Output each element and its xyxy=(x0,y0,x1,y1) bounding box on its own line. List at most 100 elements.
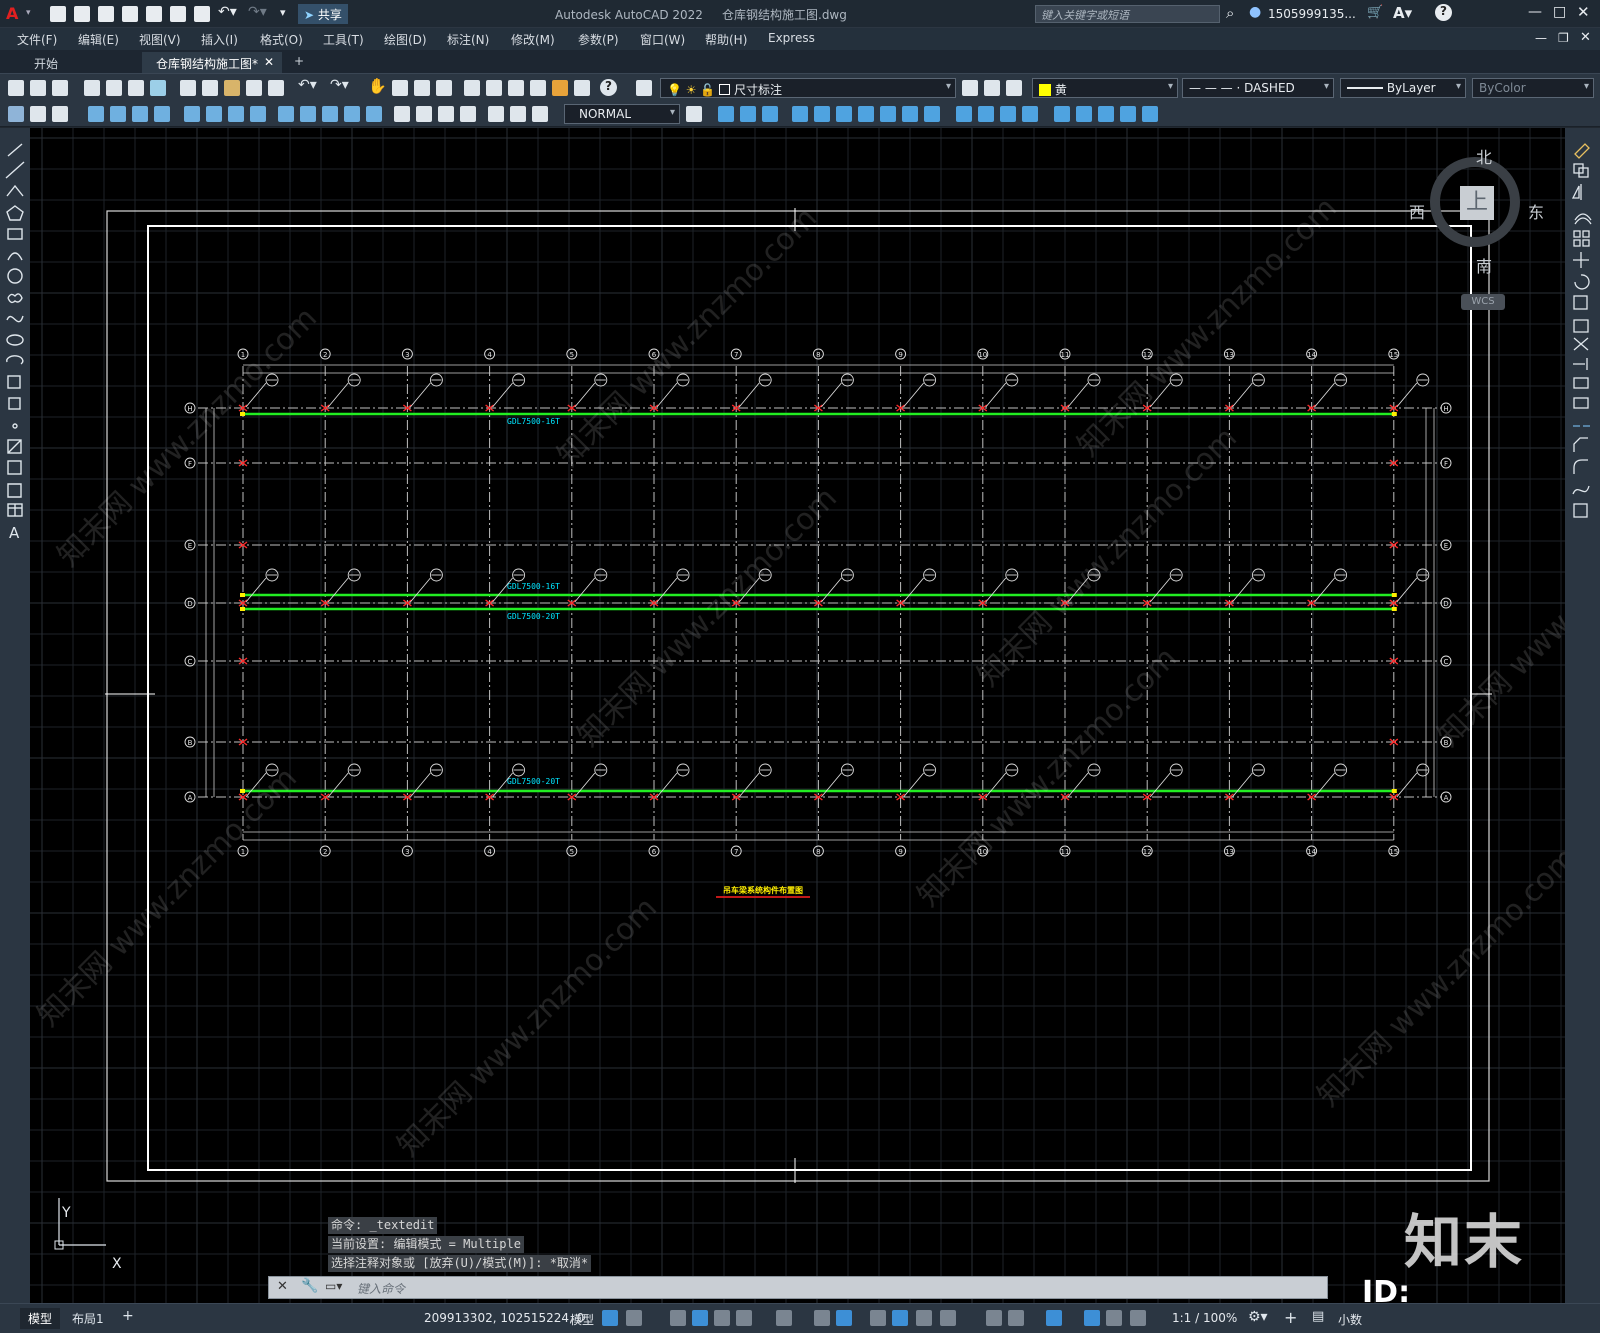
polar-icon[interactable] xyxy=(714,1310,730,1326)
array-3d-icon[interactable] xyxy=(902,106,918,122)
new-tab-button[interactable]: + xyxy=(288,52,314,73)
break-point-icon[interactable] xyxy=(1573,377,1589,389)
menu-edit[interactable]: 编辑(E) xyxy=(78,31,119,48)
search-box[interactable]: 键入关键字或短语 xyxy=(1035,5,1220,23)
imprint-icon[interactable] xyxy=(1142,106,1158,122)
save-file-icon[interactable] xyxy=(52,80,68,96)
box-icon[interactable] xyxy=(718,106,734,122)
autocad-logo-icon[interactable]: A xyxy=(6,4,26,24)
undo-tb-icon[interactable]: ↶▾ xyxy=(298,77,317,93)
search-icon[interactable]: ⌕ xyxy=(1226,4,1234,22)
union-icon[interactable] xyxy=(740,106,756,122)
close-icon[interactable]: ✕ xyxy=(1577,3,1590,21)
preview-icon[interactable] xyxy=(106,80,122,96)
ordinate-dim-icon[interactable] xyxy=(154,106,170,122)
annotation-scale[interactable]: 1:1 / 100% xyxy=(1172,1311,1237,1325)
viewcube-south[interactable]: 南 xyxy=(1476,253,1492,277)
dim-style-icon[interactable] xyxy=(686,106,702,122)
qnew-icon[interactable] xyxy=(8,80,24,96)
coordinates[interactable]: 209913302, 102515224, 0 xyxy=(424,1311,584,1325)
customize-icon[interactable]: ▾ xyxy=(280,6,286,19)
menu-express[interactable]: Express xyxy=(768,31,815,45)
undo-icon[interactable]: ↶▾ xyxy=(218,4,237,20)
tab-start[interactable]: 开始 xyxy=(20,52,140,73)
properties-icon[interactable] xyxy=(464,80,480,96)
export-icon[interactable] xyxy=(170,6,186,22)
line-icon[interactable] xyxy=(7,143,23,157)
stretch-icon[interactable] xyxy=(1573,319,1589,333)
mirror-icon[interactable] xyxy=(1571,184,1582,200)
insert-block-icon[interactable] xyxy=(7,375,21,389)
units-icon[interactable]: ▤ xyxy=(1312,1309,1324,1324)
command-input[interactable]: ✕ 🔧 ▭▾ 键入命令 xyxy=(268,1276,1328,1299)
zoom-realtime-icon[interactable] xyxy=(392,80,408,96)
markup-icon[interactable] xyxy=(552,80,568,96)
app-menu-dropdown-icon[interactable]: ▾ xyxy=(26,8,31,18)
mirror-3d-icon[interactable] xyxy=(880,106,896,122)
align-3d-icon[interactable] xyxy=(858,106,874,122)
dim-edit-icon[interactable] xyxy=(488,106,504,122)
plotstyle-dropdown[interactable]: ByColor ▾ xyxy=(1472,78,1594,98)
interfere-icon[interactable] xyxy=(978,106,994,122)
add-layout-icon[interactable]: + xyxy=(122,1308,134,1324)
3d-print-icon[interactable] xyxy=(150,80,166,96)
menu-draw[interactable]: 绘图(D) xyxy=(384,31,427,48)
paste-icon[interactable] xyxy=(224,80,240,96)
fillet-icon[interactable] xyxy=(1573,459,1588,474)
aligned-dim-icon[interactable] xyxy=(110,106,126,122)
workspace-gear-icon[interactable]: ⚙▾ xyxy=(1248,1309,1268,1325)
menu-tools[interactable]: 工具(T) xyxy=(323,31,364,48)
angular-dim-icon[interactable] xyxy=(250,106,266,122)
dim-break-icon[interactable] xyxy=(366,106,382,122)
design-center-icon[interactable] xyxy=(486,80,502,96)
save-as-icon[interactable] xyxy=(122,6,138,22)
calculator-icon[interactable] xyxy=(574,80,590,96)
diameter-dim-icon[interactable] xyxy=(228,106,244,122)
auto-scale-icon[interactable] xyxy=(1106,1310,1122,1326)
cart-icon[interactable]: 🛒 xyxy=(1367,5,1383,20)
break-icon[interactable] xyxy=(1573,397,1589,409)
viewcube-east[interactable]: 东 xyxy=(1528,199,1544,223)
offset-icon[interactable] xyxy=(1574,213,1592,225)
recent-commands-icon[interactable]: ▭▾ xyxy=(325,1279,342,1293)
ortho-icon[interactable] xyxy=(692,1310,708,1326)
linetype-dropdown[interactable]: — — — · DASHED ▾ xyxy=(1182,78,1334,98)
region-icon[interactable] xyxy=(7,483,22,498)
layer-previous-icon[interactable] xyxy=(984,80,1000,96)
copy-obj-icon[interactable] xyxy=(1573,163,1589,178)
shell-icon[interactable] xyxy=(1000,106,1016,122)
osnap-tracking-icon[interactable] xyxy=(776,1310,792,1326)
units-value[interactable]: 小数 xyxy=(1338,1311,1362,1328)
open-icon[interactable] xyxy=(74,6,90,22)
menu-help[interactable]: 帮助(H) xyxy=(705,31,747,48)
layer-states-icon[interactable] xyxy=(1006,80,1022,96)
zoom-previous-icon[interactable] xyxy=(436,80,452,96)
add-icon[interactable]: + xyxy=(1284,1308,1297,1327)
minimize-icon[interactable]: — xyxy=(1528,4,1542,20)
dim-style-dropdown[interactable]: NORMAL ▾ xyxy=(564,104,680,124)
icon-a[interactable] xyxy=(8,106,24,122)
lineweight-dropdown[interactable]: ByLayer ▾ xyxy=(1340,78,1466,98)
help-tb-icon[interactable]: ? xyxy=(600,79,617,96)
circle-icon[interactable] xyxy=(7,268,23,284)
mtext-icon[interactable]: A xyxy=(9,524,20,542)
icon-b[interactable] xyxy=(30,106,46,122)
revcloud-icon[interactable] xyxy=(7,293,23,304)
point-icon[interactable] xyxy=(12,423,18,429)
doc-minimize-icon[interactable]: — xyxy=(1535,31,1547,45)
explode-icon[interactable] xyxy=(1573,503,1588,518)
plot-icon[interactable] xyxy=(194,6,210,22)
trim-icon[interactable] xyxy=(1573,337,1589,351)
color-dropdown[interactable]: 黄 ▾ xyxy=(1032,78,1178,98)
quick-dim-icon[interactable] xyxy=(278,106,294,122)
doc-close-icon[interactable]: ✕ xyxy=(1580,30,1591,45)
tolerance-icon[interactable] xyxy=(394,106,410,122)
user-name[interactable]: 1505999135... xyxy=(1268,7,1356,21)
save-icon[interactable] xyxy=(98,6,114,22)
arc-icon[interactable] xyxy=(7,252,23,261)
viewcube[interactable]: 上 北 南 西 东 WCS xyxy=(1409,140,1545,310)
convert-icon[interactable] xyxy=(1120,106,1136,122)
import-icon[interactable] xyxy=(146,6,162,22)
lineweight-toggle-icon[interactable] xyxy=(870,1310,886,1326)
construction-line-icon[interactable] xyxy=(5,161,25,179)
